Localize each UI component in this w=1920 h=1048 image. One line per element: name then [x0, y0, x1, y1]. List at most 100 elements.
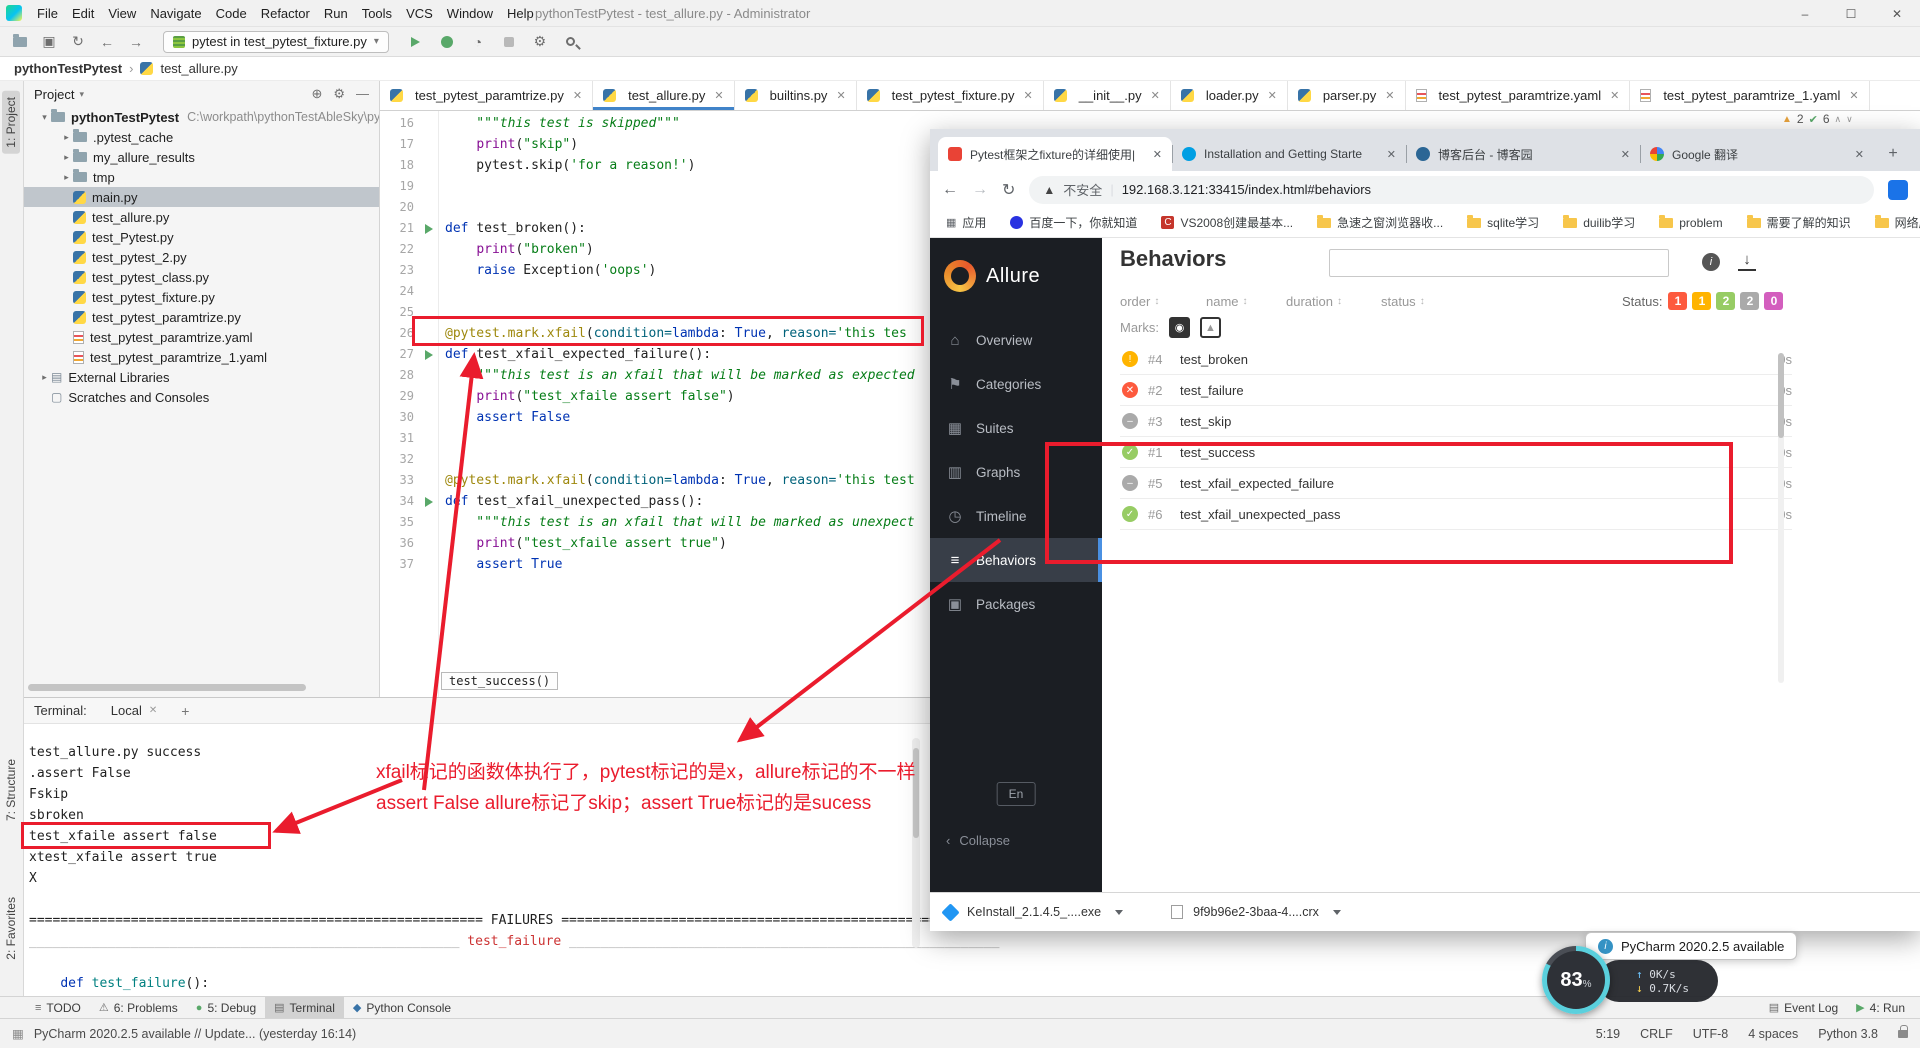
chevron-down-icon[interactable]	[1115, 909, 1124, 915]
status-item-5-19[interactable]: 5:19	[1596, 1027, 1620, 1041]
stripe-project-button[interactable]: 1: Project	[2, 91, 20, 154]
stripe-structure-button[interactable]: 7: Structure	[2, 753, 20, 827]
editor-tab-test-allure-py[interactable]: test_allure.py ✕	[593, 81, 735, 110]
info-icon[interactable]: i	[1702, 253, 1720, 271]
close-icon[interactable]: ✕	[1268, 89, 1277, 102]
breadcrumb-file[interactable]: test_allure.py	[160, 61, 237, 76]
toolwindow-button-6-problems[interactable]: ⚠ 6: Problems	[90, 997, 187, 1019]
download-item-1[interactable]: KeInstall_2.1.4.5_....exe	[941, 902, 1124, 922]
flaky-mark-toggle[interactable]: ◉	[1169, 317, 1190, 338]
inspections-widget[interactable]: ▲ 2 ✔ 6 ∧ ∨	[1782, 112, 1853, 126]
toolwindow-button-4-run[interactable]: ▶ 4: Run	[1847, 997, 1914, 1019]
minimize-button[interactable]: –	[1782, 0, 1828, 27]
allure-nav-graphs[interactable]: ▥ Graphs	[930, 450, 1102, 494]
run-icon[interactable]	[406, 32, 426, 52]
chevron-down-icon[interactable]	[1332, 909, 1341, 915]
sync-icon[interactable]: ↻	[68, 32, 88, 52]
bookmark-2[interactable]: 百度一下，你就知道	[1010, 214, 1137, 231]
status-item-python-3-8[interactable]: Python 3.8	[1818, 1027, 1878, 1041]
project-view-selector[interactable]: Project	[34, 87, 74, 102]
close-icon[interactable]: ✕	[836, 89, 845, 102]
bookmark-6[interactable]: duilib学习	[1563, 214, 1635, 231]
chevron-up-icon[interactable]: ∧	[1835, 114, 1842, 125]
forward-icon[interactable]: →	[972, 181, 988, 199]
new-tab-button[interactable]: +	[1880, 141, 1906, 167]
menu-refactor[interactable]: Refactor	[254, 6, 317, 21]
status-item-utf-8[interactable]: UTF-8	[1693, 1027, 1728, 1041]
back-icon[interactable]: ←	[942, 181, 958, 199]
menu-edit[interactable]: Edit	[65, 6, 101, 21]
allure-nav-packages[interactable]: ▣ Packages	[930, 582, 1102, 626]
tree-item-test-pytest-class-py[interactable]: test_pytest_class.py	[24, 267, 379, 287]
tree-item-test-allure-py[interactable]: test_allure.py	[24, 207, 379, 227]
stop-icon[interactable]	[499, 32, 519, 52]
sort-header-duration[interactable]: duration ↕	[1286, 294, 1381, 309]
tree-item-test-pytest-py[interactable]: test_Pytest.py	[24, 227, 379, 247]
chevron-down-icon[interactable]: ∨	[1846, 114, 1853, 125]
close-icon[interactable]: ✕	[1610, 89, 1619, 102]
browser-tab-1[interactable]: Pytest框架之fixture的详细使用| ✕	[938, 137, 1172, 171]
close-icon[interactable]: ✕	[714, 89, 723, 102]
toolwindow-button-event-log[interactable]: ▤ Event Log	[1760, 997, 1847, 1019]
close-icon[interactable]: ✕	[573, 89, 582, 102]
tree-item-main-py[interactable]: main.py	[24, 187, 379, 207]
list-scrollbar[interactable]	[1778, 353, 1784, 683]
run-test-icon[interactable]	[420, 344, 438, 365]
tree-item-pytest-cache[interactable]: ▸ .pytest_cache	[24, 127, 379, 147]
editor-tab-test-pytest-fixture-py[interactable]: test_pytest_fixture.py ✕	[856, 81, 1044, 110]
open-folder-icon[interactable]	[10, 32, 30, 52]
editor-tab-test-pytest-paramtrize-yaml[interactable]: test_pytest_paramtrize.yaml ✕	[1405, 81, 1631, 110]
lock-icon[interactable]	[1898, 1024, 1908, 1038]
close-icon[interactable]: ✕	[1153, 148, 1162, 161]
sort-header-order[interactable]: order ↕	[1120, 294, 1206, 309]
menu-window[interactable]: Window	[440, 6, 500, 21]
close-icon[interactable]: ✕	[1385, 89, 1394, 102]
new-mark-toggle[interactable]: ▲	[1200, 317, 1221, 338]
behavior-row-test-failure[interactable]: ✕ #2 test_failure 0s	[1120, 375, 1792, 406]
allure-nav-overview[interactable]: ⌂ Overview	[930, 318, 1102, 362]
toolwindow-button-terminal[interactable]: ▤ Terminal	[265, 996, 344, 1019]
close-icon[interactable]: ✕	[1151, 89, 1160, 102]
allure-nav-categories[interactable]: ⚑ Categories	[930, 362, 1102, 406]
close-button[interactable]: ✕	[1874, 0, 1920, 27]
editor-tab-test-pytest-paramtrize-1-yaml[interactable]: test_pytest_paramtrize_1.yaml ✕	[1630, 81, 1870, 110]
tree-item-test-pytest-paramtrize-py[interactable]: test_pytest_paramtrize.py	[24, 307, 379, 327]
editor-tab-loader-py[interactable]: loader.py ✕	[1170, 81, 1288, 110]
pycharm-update-notification[interactable]: i PyCharm 2020.2.5 available	[1585, 932, 1798, 960]
bookmark-7[interactable]: problem	[1659, 214, 1723, 230]
tree-item-my-allure-results[interactable]: ▸ my_allure_results	[24, 147, 379, 167]
close-icon[interactable]: ✕	[1621, 148, 1630, 161]
close-icon[interactable]: ✕	[1024, 89, 1033, 102]
network-speed-widget[interactable]: ↑ 0K/s ↓ 0.7K/s	[1598, 960, 1718, 1002]
allure-nav-behaviors[interactable]: ≡ Behaviors	[930, 538, 1102, 582]
bookmark-4[interactable]: 急速之窗浏览器收...	[1317, 214, 1443, 231]
tree-item-scratches-and-consoles[interactable]: ▢ Scratches and Consoles	[24, 387, 379, 407]
menu-run[interactable]: Run	[317, 6, 355, 21]
menu-tools[interactable]: Tools	[355, 6, 399, 21]
close-icon[interactable]: ✕	[1855, 148, 1864, 161]
menu-view[interactable]: View	[101, 6, 143, 21]
editor-tab-test-pytest-paramtrize-py[interactable]: test_pytest_paramtrize.py ✕	[380, 81, 594, 110]
tree-item-external-libraries[interactable]: ▸ ▤ External Libraries	[24, 367, 379, 387]
status-message[interactable]: PyCharm 2020.2.5 available // Update... …	[34, 1027, 356, 1041]
status-badge-5[interactable]: 0	[1764, 292, 1784, 310]
run-configuration-select[interactable]: pytest in test_pytest_fixture.py ▾	[163, 30, 389, 53]
browser-tab-3[interactable]: 博客后台 - 博客园 ✕	[1406, 137, 1640, 171]
project-horizontal-scrollbar[interactable]	[28, 684, 306, 691]
editor-tab-builtins-py[interactable]: builtins.py ✕	[734, 81, 857, 110]
menu-navigate[interactable]: Navigate	[143, 6, 208, 21]
bookmark-1[interactable]: ▦ 应用	[946, 214, 986, 231]
settings-icon[interactable]: ⚙	[530, 32, 550, 52]
bookmark-9[interactable]: 网络库	[1874, 214, 1920, 231]
run-test-icon[interactable]	[420, 491, 438, 512]
status-item-crlf[interactable]: CRLF	[1640, 1027, 1673, 1041]
browser-tab-2[interactable]: Installation and Getting Starte ✕	[1172, 137, 1406, 171]
sort-header-name[interactable]: name ↕	[1206, 294, 1286, 309]
terminal-scrollbar[interactable]	[912, 738, 920, 948]
search-input[interactable]	[1329, 249, 1669, 277]
extension-icon[interactable]	[1888, 179, 1908, 200]
run-test-icon[interactable]	[420, 218, 438, 239]
status-item-4-spaces[interactable]: 4 spaces	[1748, 1027, 1798, 1041]
reload-icon[interactable]: ↻	[1002, 180, 1015, 200]
download-icon[interactable]: ↓	[1738, 251, 1756, 271]
